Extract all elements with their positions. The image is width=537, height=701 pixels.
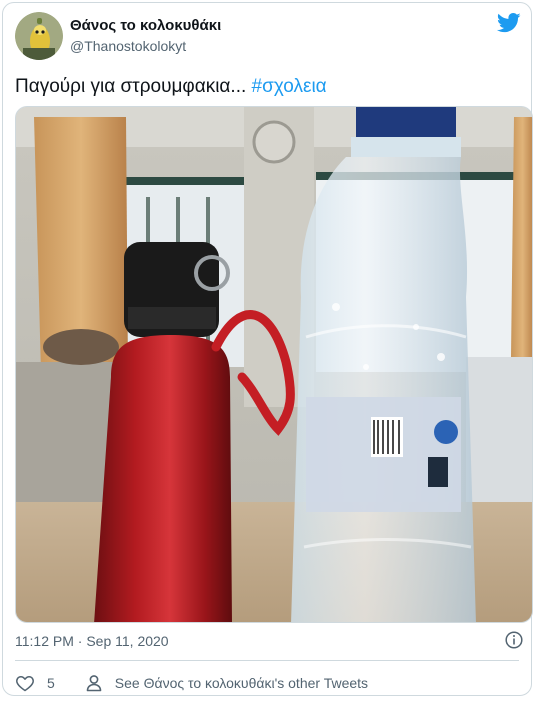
like-count: 5 <box>47 675 55 691</box>
info-icon[interactable] <box>505 631 523 649</box>
tweet-card: Θάνος το κολοκυθάκι @Thanostokolokyt Παγ… <box>2 2 533 696</box>
author-name[interactable]: Θάνος το κολοκυθάκι <box>70 17 221 34</box>
author-handle[interactable]: @Thanostokolokyt <box>70 38 186 54</box>
hashtag-link[interactable]: #σχολεια <box>252 76 327 97</box>
twitter-bird-icon[interactable] <box>496 13 521 33</box>
other-tweets-link[interactable]: See Θάνος το κολοκυθάκι's other Tweets <box>85 674 368 692</box>
tweet-text: Παγούρι για στρουμφακια... #σχολεια <box>15 76 327 98</box>
like-button[interactable]: 5 <box>15 673 55 693</box>
tweet-photo[interactable] <box>15 106 533 623</box>
tweet-timestamp[interactable]: 11:12 PM · Sep 11, 2020 <box>15 633 169 649</box>
person-icon <box>86 675 102 692</box>
tweet-body: Παγούρι για στρουμφακια... <box>15 76 247 97</box>
tweet-actions: 5 See Θάνος το κολοκυθάκι's other Tweets <box>15 672 368 694</box>
divider <box>15 660 519 661</box>
avatar[interactable] <box>15 12 63 60</box>
heart-icon <box>16 676 34 692</box>
other-tweets-label: See Θάνος το κολοκυθάκι's other Tweets <box>114 675 369 691</box>
